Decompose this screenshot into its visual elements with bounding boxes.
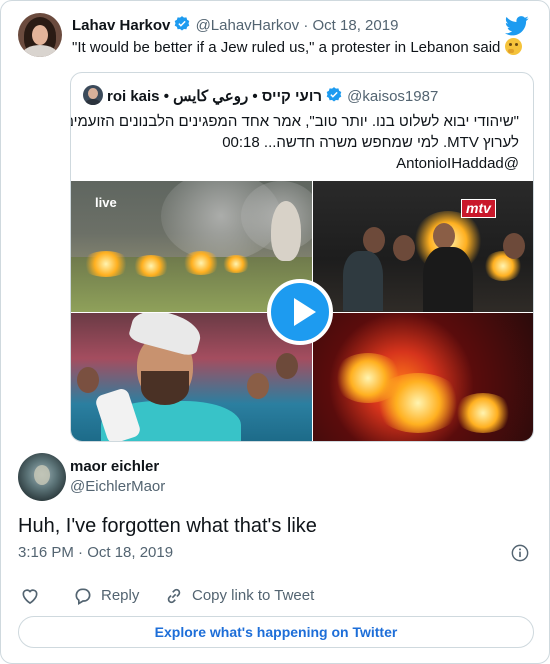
reply-bubble-icon — [75, 588, 91, 605]
parent-tweet-header: Lahav Harkov @LahavHarkov · Oct 18, 2019 — [72, 15, 398, 39]
play-button-icon[interactable] — [267, 279, 333, 345]
video-panel-burning-tires — [313, 313, 533, 441]
copy-link-button[interactable]: Copy link to Tweet — [164, 585, 344, 607]
explore-twitter-button[interactable]: Explore what's happening on Twitter — [18, 616, 534, 648]
quoted-text-line: "שיהודי יבוא לשלוט בנו. יותר טוב", אמר א… — [70, 113, 519, 130]
quoted-tweet-text: "שיהודי יבוא לשלוט בנו. יותר טוב", אמר א… — [70, 111, 519, 174]
twitter-bird-icon[interactable] — [504, 16, 529, 41]
quoted-tweet-header: roi kais • רועי קייס • روعي كايس @kaisos… — [83, 85, 438, 110]
video-panel-crowd: mtv — [313, 181, 533, 312]
quoted-author-handle: @kaisos1987 — [347, 88, 439, 105]
reply-author-name[interactable]: maor eichler — [70, 457, 159, 477]
link-icon — [167, 588, 181, 604]
quoted-tweet[interactable]: roi kais • רועי קייס • روعي كايس @kaisos… — [70, 72, 534, 442]
reply-timestamp[interactable]: 3:16 PM · Oct 18, 2019 — [18, 543, 173, 563]
reply-tweet-text: Huh, I've forgotten what that's like — [18, 515, 317, 537]
tweet-embed-card: Lahav Harkov @LahavHarkov · Oct 18, 2019… — [0, 0, 550, 664]
parent-tweet-date[interactable]: Oct 18, 2019 — [313, 17, 399, 34]
reply-author-handle[interactable]: @EichlerMaor — [70, 477, 165, 497]
parent-author-name[interactable]: Lahav Harkov — [72, 17, 170, 34]
quoted-text-line: לערוץ MTV. למי שמחפש משרה חדשה... 00:18 — [222, 134, 519, 151]
reply-button[interactable]: Reply — [73, 585, 163, 607]
avatar-roi-kais — [83, 85, 103, 105]
parent-tweet-text-row: "It would be better if a Jew ruled us," … — [72, 38, 522, 58]
verified-badge-icon — [173, 15, 191, 39]
parent-author-handle[interactable]: @LahavHarkov — [196, 17, 300, 34]
verified-badge-icon — [325, 86, 343, 110]
reply-label: Reply — [101, 587, 140, 604]
mtv-logo: mtv — [461, 199, 496, 218]
info-icon[interactable] — [511, 544, 529, 567]
quoted-text-line: @AntonioIHaddad — [396, 155, 519, 172]
avatar-lahav-harkov[interactable] — [18, 13, 62, 57]
quoted-author-name: roi kais • רועי קייס • روعي كايس — [107, 88, 322, 105]
heart-icon — [22, 589, 38, 605]
video-thumbnail[interactable]: live mtv — [71, 181, 533, 441]
copy-link-label: Copy link to Tweet — [192, 587, 315, 604]
avatar-maor-eichler[interactable] — [18, 453, 66, 501]
live-logo: live — [95, 195, 117, 210]
tweet-action-bar: Reply Copy link to Tweet — [18, 585, 532, 607]
header-separator: · — [303, 17, 309, 34]
parent-tweet-text: "It would be better if a Jew ruled us," … — [72, 39, 501, 56]
